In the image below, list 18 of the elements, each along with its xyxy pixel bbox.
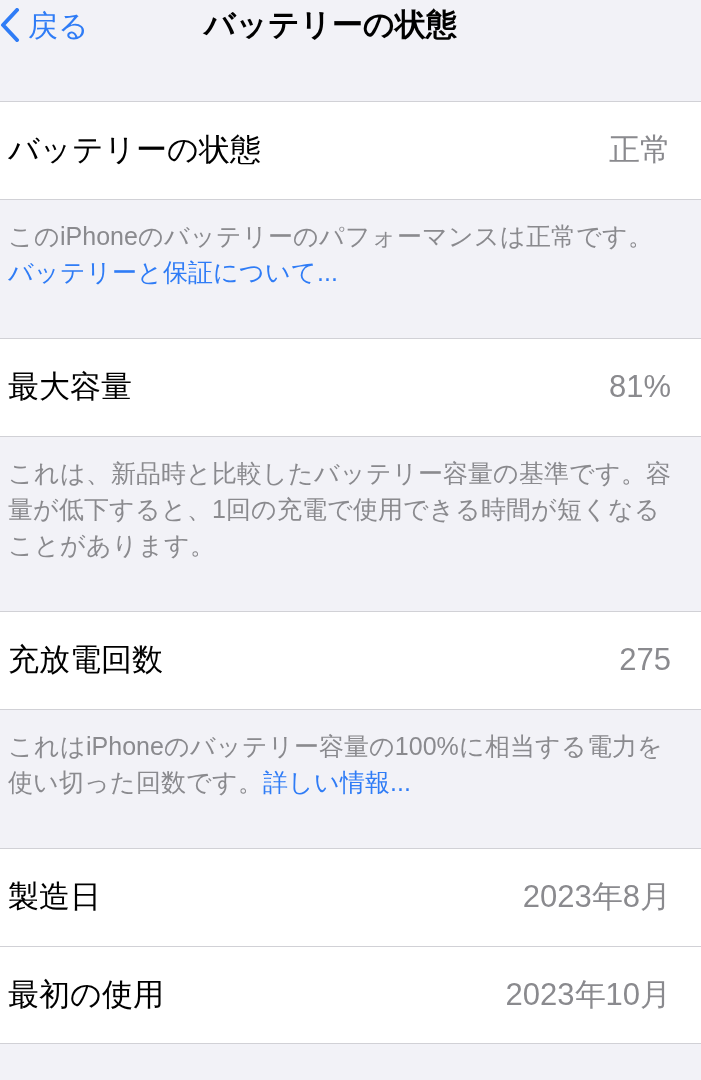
row-value: 正常	[609, 131, 671, 170]
row-label: バッテリーの状態	[8, 131, 261, 170]
row-label: 最初の使用	[8, 975, 164, 1014]
row-value: 275	[619, 641, 671, 680]
back-button[interactable]: 戻る	[0, 2, 89, 48]
info-link[interactable]: 詳しい情報...	[263, 768, 411, 796]
info-link[interactable]: バッテリーと保証について...	[8, 258, 338, 286]
footer-note: このiPhoneのバッテリーのパフォーマンスは正常です。 バッテリーと保証について...	[8, 221, 654, 288]
row-label: 最大容量	[8, 368, 132, 407]
row-label: 充放電回数	[8, 641, 163, 680]
footer-note: これは、新品時と比較したバッテリー容量の基準です。容量が低下すると、1回の充電で使用できる時間が短くなることがあります。	[8, 458, 672, 561]
row-value: 81%	[608, 368, 671, 407]
footer-note: これはiPhoneのバッテリー容量の100%に相当する電力を使い切った回数です。詳しい情報...	[8, 731, 664, 798]
row-value: 2023年8月	[522, 878, 671, 917]
row-value: 2023年10月	[505, 975, 671, 1014]
chevron-left-icon	[0, 8, 20, 42]
row-label: 製造日	[8, 878, 101, 917]
page-title: バッテリーの状態	[204, 5, 457, 44]
